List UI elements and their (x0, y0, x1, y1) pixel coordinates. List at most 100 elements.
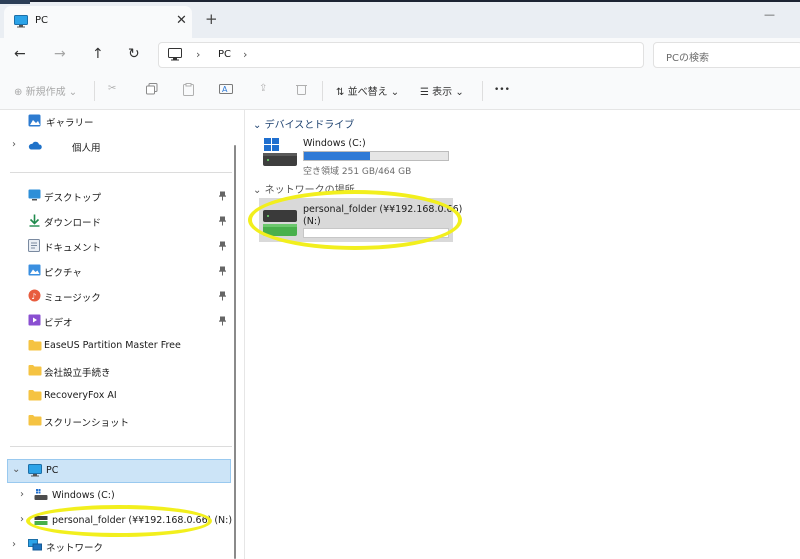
breadcrumb-pc[interactable]: PC (218, 49, 231, 60)
folder-icon (28, 339, 42, 353)
delete-button[interactable] (296, 83, 307, 98)
sidebar-item-quick-access[interactable]: ビデオ (0, 309, 232, 334)
cut-button[interactable]: ✂ (108, 83, 116, 94)
address-separator[interactable]: › (196, 48, 200, 61)
collapse-chevron-icon[interactable]: ⌄ (12, 464, 20, 475)
sidebar-item-quick-access[interactable]: ピクチャ (0, 259, 232, 284)
paste-button[interactable] (183, 83, 194, 99)
sidebar-item-network[interactable]: › ネットワーク (0, 534, 232, 559)
search-input[interactable]: PCの検索 (653, 42, 800, 68)
close-tab-button[interactable]: ✕ (176, 13, 187, 28)
sort-label: 並べ替え (347, 87, 388, 98)
monitor-icon (28, 464, 42, 478)
minimize-button[interactable]: — (764, 8, 775, 21)
more-options-button[interactable]: ••• (494, 85, 510, 95)
sidebar-item-quick-access[interactable]: デスクトップ (0, 184, 232, 209)
sidebar-item-windows-drive[interactable]: › Windows (C:) (0, 484, 232, 509)
tab-pc[interactable]: PC ✕ (4, 6, 192, 38)
group-title: ネットワークの場所 (264, 185, 355, 196)
expand-chevron-icon[interactable]: › (20, 514, 24, 525)
network-group-header[interactable]: ⌄ ネットワークの場所 (253, 181, 355, 196)
navigation-bar: ← → ↑ ↻ › PC › PCの検索 (0, 38, 800, 72)
sidebar-item-label: personal_folder (¥¥192.168.0.66) (N:) (52, 515, 233, 526)
sidebar-item-quick-access[interactable]: スクリーンショット (0, 409, 232, 434)
sidebar-item-network-drive[interactable]: › personal_folder (¥¥192.168.0.66) (N:) (0, 509, 232, 534)
window-corner (0, 0, 30, 4)
refresh-button[interactable]: ↻ (128, 46, 140, 62)
sidebar-item-label: ドキュメント (44, 243, 102, 254)
expand-chevron-icon[interactable]: › (12, 539, 16, 550)
sidebar-item-label: ギャラリー (46, 118, 94, 129)
trash-icon (296, 85, 307, 95)
cloud-icon (28, 141, 42, 155)
sidebar-item-pc[interactable]: ⌄ PC (0, 459, 232, 484)
sidebar-item-onedrive[interactable]: › 個人用 (0, 134, 232, 159)
expand-chevron-icon[interactable]: › (12, 139, 16, 150)
rename-icon: A (219, 84, 233, 94)
sidebar-item-label: Windows (C:) (52, 490, 115, 501)
pin-icon[interactable] (219, 191, 226, 203)
pin-icon[interactable] (219, 216, 226, 228)
chevron-down-icon: ⌄ (390, 87, 400, 98)
chevron-down-icon: ⌄ (253, 185, 262, 196)
view-button[interactable]: ☰ 表示 ⌄ (420, 83, 464, 98)
share-button[interactable]: ⇪ (259, 83, 267, 94)
sidebar-item-quick-access[interactable]: ダウンロード (0, 209, 232, 234)
copy-button[interactable] (146, 83, 158, 98)
chevron-down-icon: ⌄ (455, 87, 464, 98)
download-icon (28, 214, 42, 228)
address-separator[interactable]: › (243, 48, 247, 61)
pin-icon[interactable] (219, 241, 226, 253)
chevron-down-icon: ⌄ (253, 120, 262, 131)
sidebar-item-label: 個人用 (72, 143, 101, 154)
monitor-icon (14, 15, 28, 31)
devices-group-header[interactable]: ⌄ デバイスとドライブ (253, 116, 354, 131)
drive-name: Windows (C:) (303, 138, 366, 149)
document-icon (28, 239, 42, 253)
pin-icon[interactable] (219, 291, 226, 303)
sidebar-scrollbar[interactable] (234, 145, 236, 559)
sidebar-item-gallery[interactable]: ギャラリー (0, 109, 232, 134)
music-icon: ♪ (28, 289, 42, 303)
network-drive-icon (34, 514, 48, 528)
sidebar-item-quick-access[interactable]: ドキュメント (0, 234, 232, 259)
gallery-icon (28, 114, 42, 128)
forward-button[interactable]: → (54, 46, 66, 62)
scissors-icon: ✂ (108, 83, 117, 94)
drive-capacity-bar (303, 151, 449, 161)
new-tab-button[interactable]: + (205, 12, 218, 27)
desktop-icon (28, 189, 42, 203)
pin-icon[interactable] (219, 266, 226, 278)
chevron-down-icon: ⌄ (68, 87, 78, 98)
address-bar[interactable]: › PC › (158, 42, 644, 68)
sidebar-item-quick-access[interactable]: 会社設立手続き (0, 359, 232, 384)
sort-icon: ⇅ (336, 87, 345, 98)
svg-text:A: A (222, 85, 228, 94)
drive-free-space: 空き領域 251 GB/464 GB (303, 167, 412, 177)
windows-drive-icon (34, 489, 48, 503)
sidebar-item-label: ミュージック (44, 293, 101, 304)
windows-drive-icon (262, 138, 298, 171)
sidebar-item-label: ビデオ (44, 318, 73, 329)
rename-button[interactable]: A (219, 83, 233, 98)
sidebar-item-quick-access[interactable]: RecoveryFox AI (0, 384, 232, 409)
sidebar-item-label: スクリーンショット (44, 418, 130, 429)
share-icon: ⇪ (259, 83, 268, 94)
network-drive-icon (262, 204, 298, 241)
search-placeholder: PCの検索 (666, 53, 710, 64)
back-button[interactable]: ← (14, 46, 26, 62)
drive-capacity-fill (304, 152, 371, 160)
sidebar-item-label: 会社設立手続き (44, 368, 111, 379)
up-button[interactable]: ↑ (92, 46, 104, 62)
expand-chevron-icon[interactable]: › (20, 489, 24, 500)
group-title: デバイスとドライブ (264, 120, 355, 131)
pin-icon[interactable] (219, 316, 226, 328)
sort-button[interactable]: ⇅ 並べ替え ⌄ (336, 83, 399, 98)
sidebar-item-quick-access[interactable]: ♪ ミュージック (0, 284, 232, 309)
folder-icon (28, 364, 42, 378)
sidebar-item-label: PC (46, 465, 59, 476)
new-button[interactable]: ⊕ 新規作成 ⌄ (14, 83, 77, 98)
command-bar: ⊕ 新規作成 ⌄ ✂ A ⇪ ⇅ 並べ替え ⌄ ☰ 表示 ⌄ ••• (0, 72, 800, 110)
monitor-icon (168, 48, 182, 64)
sidebar-item-quick-access[interactable]: EaseUS Partition Master Free (0, 334, 232, 359)
